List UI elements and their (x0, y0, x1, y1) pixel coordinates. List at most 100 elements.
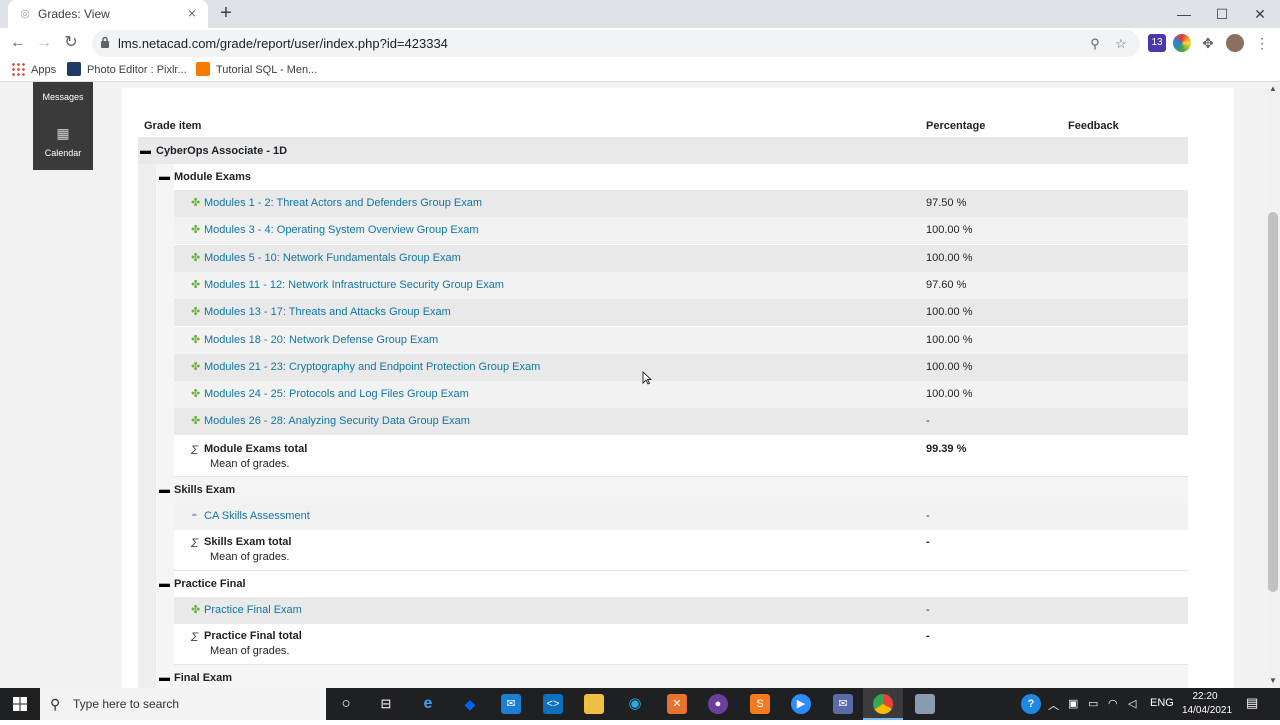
notifications-icon[interactable]: ▤ (1246, 695, 1258, 711)
grade-percentage: 100.00 % (926, 388, 973, 401)
grade-percentage: 100.00 % (926, 251, 973, 264)
close-window-button[interactable]: ✕ (1240, 2, 1280, 26)
sublime-icon[interactable]: S (750, 694, 770, 714)
grade-report: Grade item Percentage Feedback ▬ CyberOp… (122, 88, 1234, 688)
extension-badge-icon[interactable]: 13 (1148, 34, 1166, 52)
grade-percentage: - (926, 604, 930, 616)
new-tab-button[interactable]: + (216, 3, 236, 23)
cortana-icon[interactable]: ○ (336, 694, 356, 714)
language-indicator[interactable]: ENG (1150, 697, 1174, 709)
menu-icon[interactable]: ⋮ (1253, 34, 1271, 52)
category-label: Final Exam (174, 672, 233, 684)
maximize-button[interactable]: ☐ (1202, 2, 1242, 26)
dropbox-icon[interactable]: ◆ (460, 694, 480, 714)
task-view-icon[interactable]: ⊟ (376, 694, 396, 714)
file-explorer-icon[interactable] (584, 694, 604, 714)
sigma-icon: Σ (191, 443, 199, 457)
tray-app-icon[interactable]: ▣ (1068, 697, 1078, 710)
chrome-taskbar-button[interactable] (863, 688, 903, 720)
bookmark-apps[interactable]: Apps (11, 62, 56, 78)
clock[interactable]: 22:20 14/04/2021 (1182, 690, 1232, 718)
color-extension-icon[interactable] (1173, 34, 1191, 52)
total-description: Mean of grades. (210, 551, 290, 563)
grade-item-row: ✤ Practice Final Exam - (174, 597, 1188, 624)
grade-item-row: ◓ CA Skills Assessment - (174, 503, 1188, 530)
tab-strip: ◎ Grades: View × + — ☐ ✕ (0, 0, 1280, 28)
grade-item-link[interactable]: Modules 11 - 12: Network Infrastructure … (204, 279, 504, 291)
grade-item-link[interactable]: Modules 5 - 10: Network Fundamentals Gro… (204, 252, 461, 264)
github-icon[interactable]: ● (708, 694, 728, 714)
grade-item-link[interactable]: Modules 24 - 25: Protocols and Log Files… (204, 388, 469, 400)
close-tab-icon[interactable]: × (184, 5, 200, 21)
grade-item-link[interactable]: Modules 1 - 2: Threat Actors and Defende… (204, 197, 482, 209)
puzzle-extensions-icon[interactable]: ✥ (1199, 34, 1217, 52)
grade-item-link[interactable]: Modules 13 - 17: Threats and Attacks Gro… (204, 306, 451, 318)
app-icon[interactable]: ◉ (625, 694, 645, 714)
browser-tab[interactable]: ◎ Grades: View × (8, 0, 208, 28)
windows-taskbar: ⚲ Type here to search ○ ⊟ e ◆ ✉ <> ◉ ✕ ●… (0, 688, 1280, 720)
grade-item-row: ✤ Modules 21 - 23: Cryptography and Endpo… (174, 353, 1188, 381)
star-icon[interactable]: ☆ (1112, 35, 1130, 53)
folder-icon: ▬ (159, 672, 170, 684)
tray-chevron-icon[interactable]: ︿ (1048, 697, 1059, 713)
zoom-app-icon[interactable]: ▶ (791, 694, 811, 714)
grade-item-link[interactable]: Practice Final Exam (204, 604, 302, 616)
lock-icon (100, 36, 112, 50)
chrome-icon (873, 694, 893, 714)
volume-icon[interactable]: ◁ (1128, 697, 1136, 710)
address-bar[interactable]: lms.netacad.com/grade/report/user/index.… (92, 30, 1140, 57)
quiz-icon: ✤ (191, 333, 201, 346)
calendar-link[interactable]: Calendar (33, 148, 93, 158)
scroll-thumb[interactable] (1268, 212, 1278, 592)
bookmark-pixlr[interactable]: Photo Editor : Pixlr... (67, 62, 187, 78)
profile-avatar[interactable] (1226, 34, 1244, 52)
quiz-icon: ✤ (191, 197, 201, 209)
messenger-app-icon[interactable]: ✉ (833, 694, 853, 714)
scroll-up-icon[interactable]: ▲ (1266, 82, 1280, 96)
grade-percentage: 100.00 % (926, 224, 973, 237)
quiz-icon: ✤ (191, 604, 201, 616)
taskbar-search[interactable]: ⚲ Type here to search (40, 688, 326, 720)
grade-item-row: ✤ Modules 11 - 12: Network Infrastructure… (174, 271, 1188, 299)
xampp-icon[interactable]: ✕ (667, 694, 687, 714)
battery-icon[interactable]: ▭ (1088, 697, 1098, 710)
reload-icon[interactable]: ↻ (61, 33, 81, 53)
grade-percentage: 97.60 % (926, 278, 967, 291)
zoom-icon[interactable]: ⚲ (1086, 35, 1104, 53)
category-label: Module Exams (174, 171, 252, 183)
mouse-cursor-icon (642, 371, 652, 385)
grade-item-link[interactable]: Modules 21 - 23: Cryptography and Endpoi… (204, 361, 540, 373)
header-grade-item: Grade item (144, 120, 202, 132)
assessment-icon: ◓ (191, 510, 198, 522)
vscode-icon[interactable]: <> (543, 694, 563, 714)
messages-link[interactable]: Messages (33, 92, 93, 102)
start-button[interactable] (0, 688, 40, 720)
skills-exam-total-row: Σ Skills Exam total Mean of grades. - (174, 530, 1188, 571)
edge-icon[interactable]: e (418, 694, 438, 714)
total-label: Module Exams total (204, 443, 308, 455)
category-label: Practice Final (174, 578, 246, 590)
sigma-icon: Σ (191, 536, 199, 550)
folder-icon: ▬ (159, 484, 170, 496)
grade-percentage: 100.00 % (926, 306, 973, 319)
left-sidebar: Messages ▦ Calendar (33, 82, 93, 170)
back-icon[interactable]: ← (8, 33, 28, 53)
utility-app-icon[interactable] (915, 694, 935, 714)
grade-item-row: ✤ Modules 26 - 28: Analyzing Security Dat… (174, 408, 1188, 436)
header-feedback: Feedback (1068, 120, 1119, 132)
mail-icon[interactable]: ✉ (501, 694, 521, 714)
grade-item-link[interactable]: Modules 18 - 20: Network Defense Group E… (204, 334, 438, 346)
scroll-down-icon[interactable]: ▼ (1266, 674, 1280, 688)
wifi-icon[interactable]: ◠ (1108, 697, 1118, 710)
forward-icon[interactable]: → (34, 33, 54, 53)
bookmark-sql[interactable]: Tutorial SQL - Men... (196, 62, 317, 78)
calendar-icon[interactable]: ▦ (55, 125, 71, 141)
minimize-button[interactable]: — (1164, 2, 1204, 26)
grade-item-link[interactable]: CA Skills Assessment (204, 510, 310, 522)
grade-item-link[interactable]: Modules 3 - 4: Operating System Overview… (204, 224, 479, 236)
page-scrollbar[interactable]: ▲ ▼ (1266, 82, 1280, 688)
grade-item-row: ✤ Modules 13 - 17: Threats and Attacks Gr… (174, 299, 1188, 327)
module-exams-total-row: Σ Module Exams total Mean of grades. 99.… (174, 437, 1188, 477)
grade-item-link[interactable]: Modules 26 - 28: Analyzing Security Data… (204, 415, 470, 427)
help-icon[interactable]: ? (1021, 694, 1041, 714)
